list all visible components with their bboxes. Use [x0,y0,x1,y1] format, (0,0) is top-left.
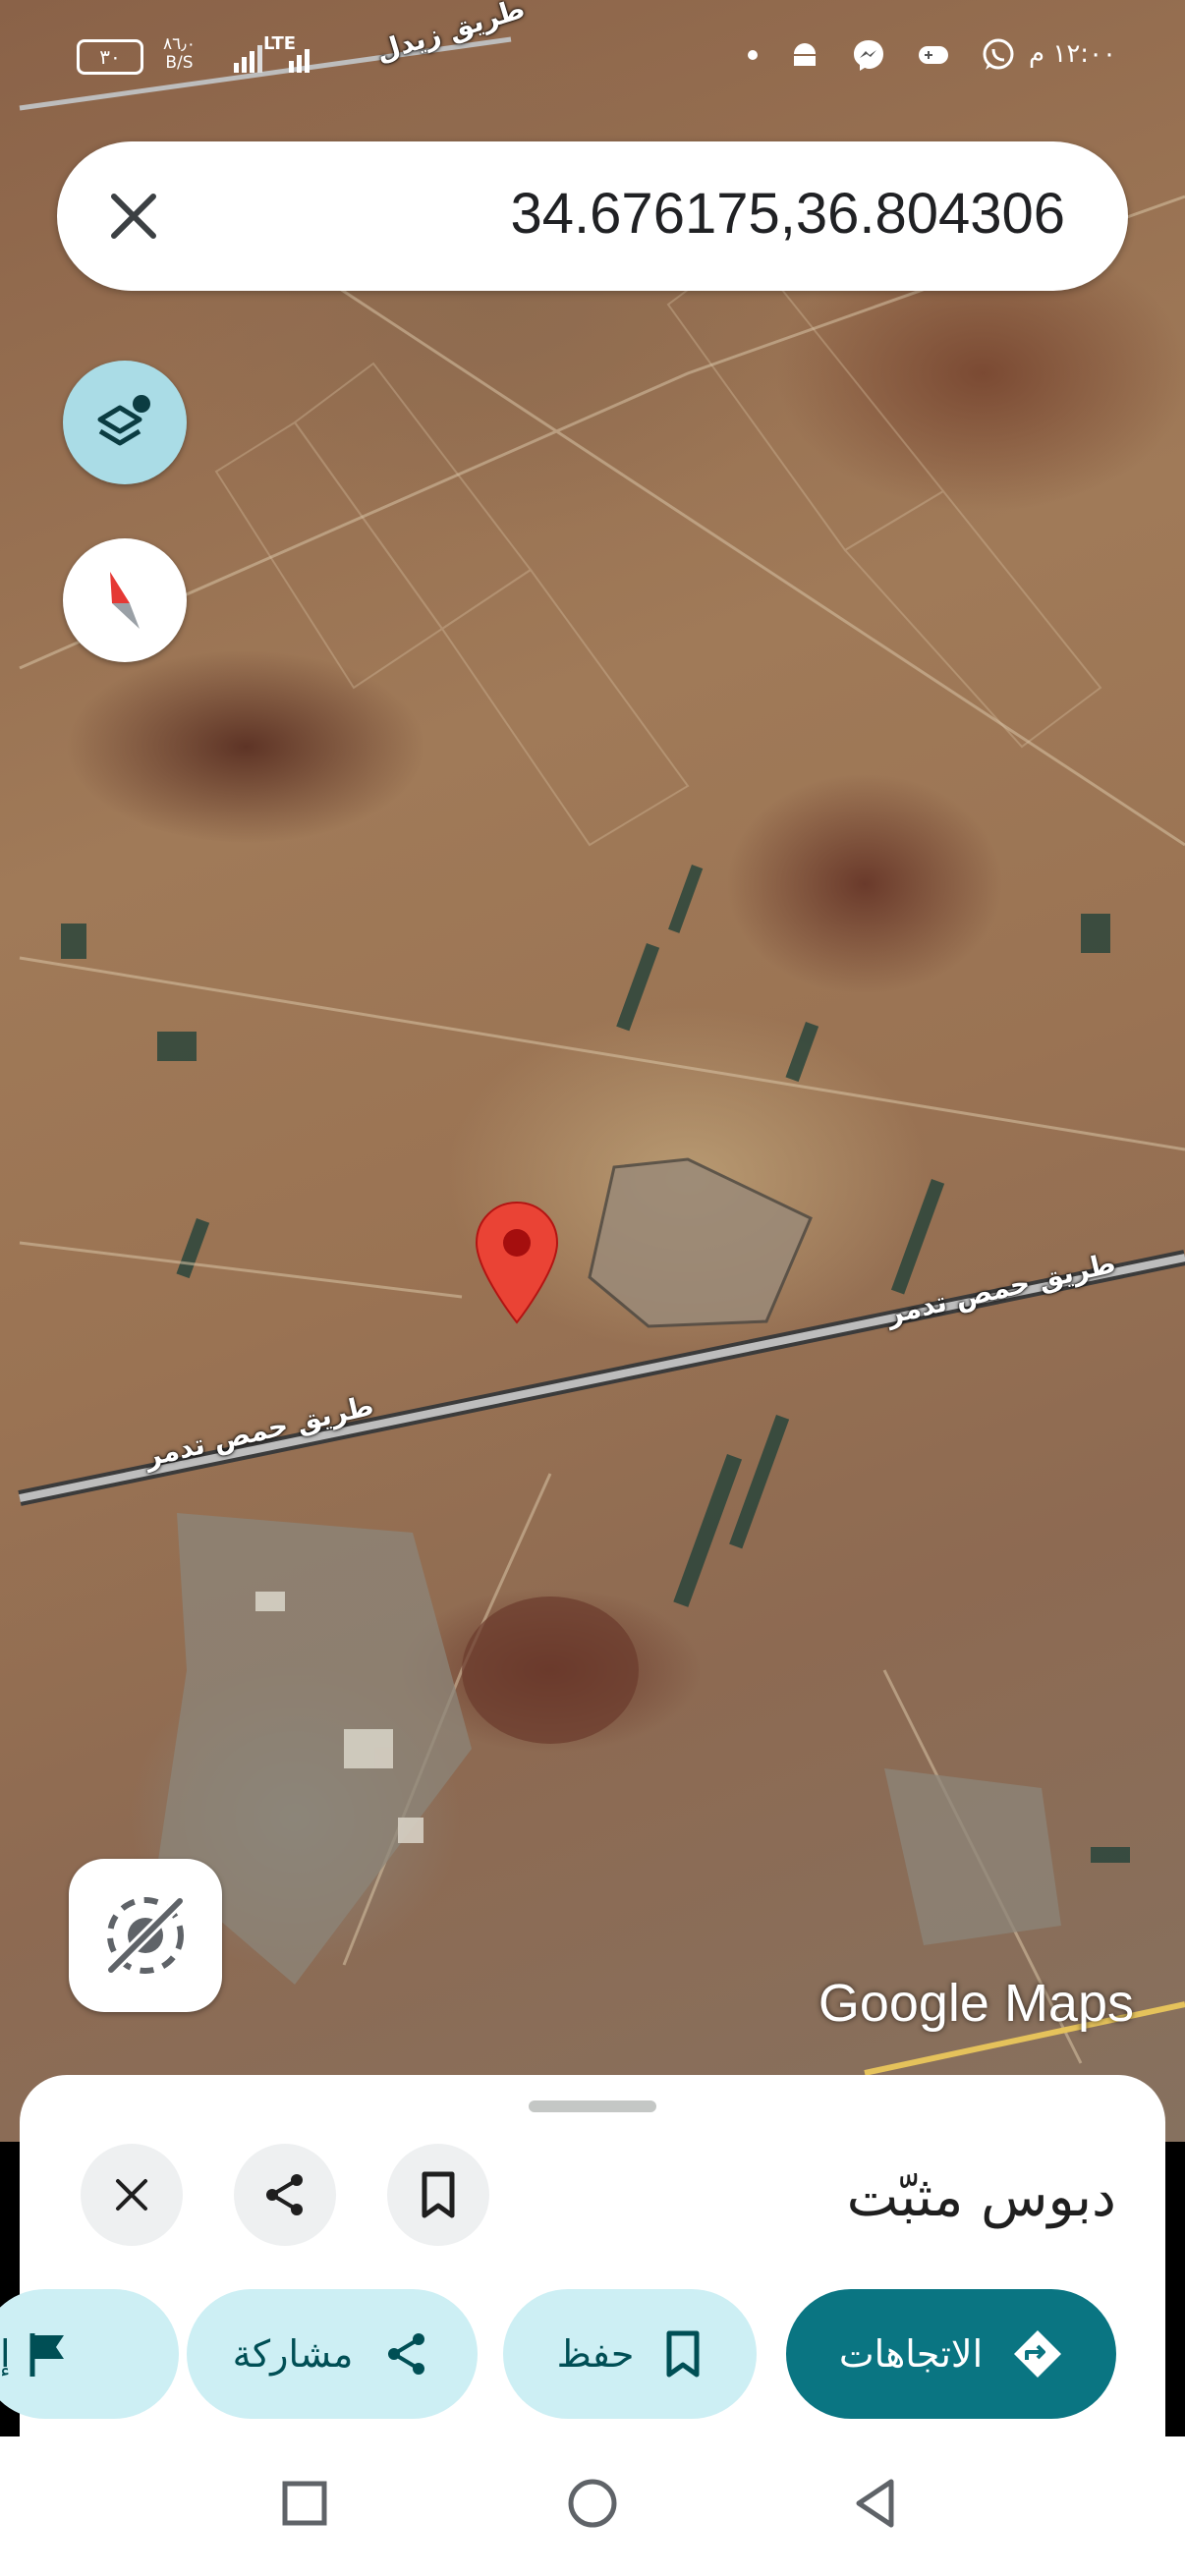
network-speed-unit: B/S [165,53,194,73]
location-disabled-icon [106,1896,185,1975]
layers-icon [97,395,150,446]
system-nav-bar [0,2436,1185,2576]
bookmark-icon [666,2330,700,2378]
share-button[interactable]: مشاركة [187,2289,478,2419]
directions-icon [1014,2330,1062,2378]
back-icon[interactable] [847,2474,906,2533]
share-icon [388,2333,425,2375]
dot-icon [748,50,758,60]
gamepad-icon [919,46,948,64]
flag-icon [29,2333,64,2377]
report-label: إ [0,2332,11,2376]
network-speed: ٨٦٫٠ B/S [163,35,196,73]
search-bar[interactable]: 34.676175,36.804306 [57,141,1128,291]
share-label: مشاركة [232,2332,354,2376]
report-button[interactable]: إ [0,2289,179,2419]
bookmark-icon [422,2171,455,2218]
network-speed-value: ٨٦٫٠ [163,34,196,54]
home-icon[interactable] [563,2474,622,2533]
close-icon [116,2179,147,2211]
dropped-pin-icon[interactable] [475,1201,559,1324]
network-type: LTE [263,33,297,54]
action-chips: الاتجاهات حفظ مشاركة إ [0,2289,1165,2419]
compass-button[interactable] [63,538,187,662]
bookmark-icon-button[interactable] [387,2144,489,2246]
satellite-map[interactable]: طريق زيدل طريق حمص تدمر طريق حمص تدمر Go… [0,0,1185,2142]
whatsapp-icon [983,38,1014,70]
my-location-button[interactable] [69,1859,222,2012]
save-button[interactable]: حفظ [503,2289,757,2419]
map-features [18,36,1185,2076]
battery-level: ٣٠ [99,45,121,69]
directions-button[interactable]: الاتجاهات [786,2289,1116,2419]
battery-indicator: ٣٠ [77,39,143,75]
sheet-drag-handle[interactable] [529,2100,656,2112]
search-query[interactable]: 34.676175,36.804306 [511,181,1065,247]
layers-button[interactable] [63,361,187,484]
messenger-icon [854,40,883,71]
directions-label: الاتجاهات [838,2332,984,2376]
android-icon [794,43,816,66]
close-search-icon[interactable] [104,187,163,246]
share-icon-button[interactable] [234,2144,336,2246]
close-sheet-button[interactable] [81,2144,183,2246]
google-maps-watermark: Google Maps [818,1974,1134,2033]
recents-icon[interactable] [275,2474,334,2533]
place-title: دبوس مثبّت [846,2165,1116,2229]
compass-icon [110,572,140,629]
notification-icons [747,37,1016,73]
status-bar: ٣٠ ٨٦٫٠ B/S LTE ١٢:٠٠ م [0,0,1185,108]
share-icon [266,2174,303,2215]
save-label: حفظ [556,2332,635,2376]
status-time: ١٢:٠٠ م [1029,39,1116,69]
